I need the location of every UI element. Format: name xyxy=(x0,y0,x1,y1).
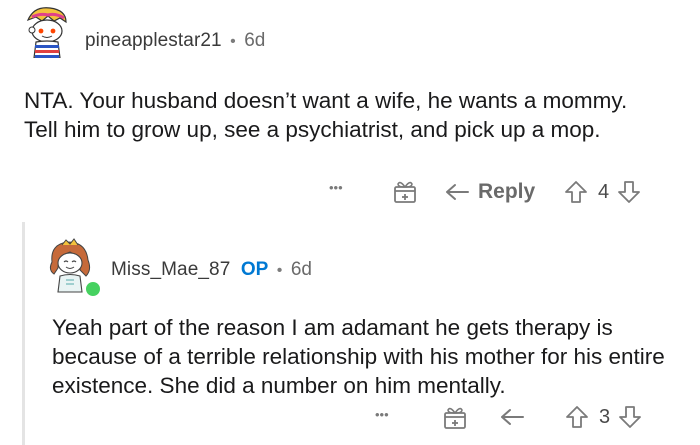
more-icon[interactable]: ••• xyxy=(375,407,389,422)
separator-dot: • xyxy=(230,33,236,50)
username[interactable]: pineapplestar21 xyxy=(85,30,222,51)
comment-age: 6d xyxy=(244,30,266,51)
vote-controls: 3 xyxy=(564,404,643,430)
downvote-icon[interactable] xyxy=(616,179,642,205)
comment-header: Miss_Mae_87 OP • 6d xyxy=(111,259,312,281)
thread-line[interactable] xyxy=(22,222,25,445)
op-badge: OP xyxy=(240,259,269,280)
more-icon[interactable]: ••• xyxy=(329,180,343,195)
vote-score: 3 xyxy=(599,405,611,428)
award-gift-icon[interactable] xyxy=(442,404,468,430)
comment-body: Yeah part of the reason I am adamant he … xyxy=(52,315,665,398)
award-gift-icon[interactable] xyxy=(392,178,418,204)
upvote-icon[interactable] xyxy=(563,179,589,205)
online-status-dot xyxy=(84,280,102,298)
reply-arrow-icon[interactable] xyxy=(499,405,527,429)
reply-label: Reply xyxy=(478,180,536,203)
vote-controls: 4 xyxy=(563,179,642,205)
comment-header: pineapplestar21 • 6d xyxy=(85,30,265,52)
username[interactable]: Miss_Mae_87 xyxy=(111,259,230,280)
comment-body: NTA. Your husband doesn’t want a wife, h… xyxy=(24,88,628,142)
reply-arrow-icon xyxy=(444,180,472,204)
vote-score: 4 xyxy=(598,180,610,203)
upvote-icon[interactable] xyxy=(564,404,590,430)
downvote-icon[interactable] xyxy=(617,404,643,430)
reply-button[interactable]: Reply xyxy=(444,178,535,206)
separator-dot: • xyxy=(276,262,283,279)
comment-age: 6d xyxy=(290,259,312,280)
avatar[interactable] xyxy=(20,4,74,58)
